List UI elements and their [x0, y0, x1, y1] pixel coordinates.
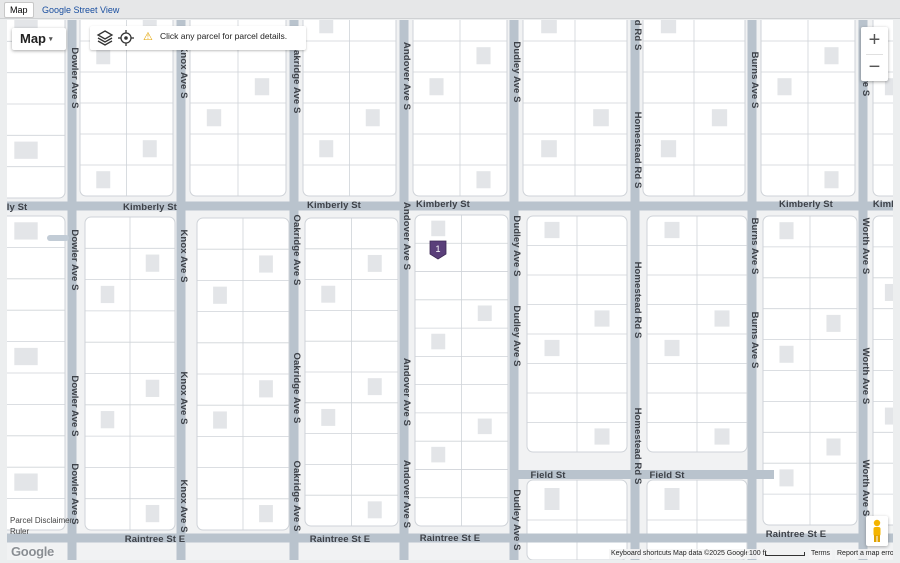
pegman-icon: [873, 519, 881, 542]
parcel-disclaimer-link[interactable]: Parcel Disclaimer: [10, 516, 72, 525]
street-label-worth: Worth Ave S: [860, 218, 871, 275]
parcel-marker-label: 1: [435, 244, 440, 254]
street-label-raintree: Raintree St E: [125, 534, 185, 545]
warning-icon: ⚠: [143, 31, 153, 43]
street-label-oakridge: Oakridge Ave S: [291, 215, 302, 286]
street-label-raintree: Raintree St E: [766, 529, 826, 540]
keyboard-shortcuts-link[interactable]: Keyboard shortcuts: [609, 549, 674, 559]
tab-street-view[interactable]: Google Street View: [36, 2, 125, 18]
street-label-dowler: Dowler Ave S: [69, 375, 80, 436]
street-label-homestead: Homestead Rd S: [632, 20, 643, 50]
street-label-kimberly: Kimb: [873, 199, 893, 210]
street-view-pegman[interactable]: [866, 516, 888, 546]
map-type-label: Map: [20, 31, 46, 46]
street-label-field: Field St: [530, 470, 566, 481]
map-data-text: Map data ©2025 Google: [671, 549, 752, 559]
scale-bar: [765, 552, 805, 556]
street-label-raintree: Raintree St E: [420, 533, 480, 544]
street-label-knox: Knox Ave S: [178, 371, 189, 424]
zoom-control: + −: [861, 27, 888, 81]
street-label-worth: Worth Ave S: [860, 460, 871, 517]
tab-map[interactable]: Map: [4, 2, 34, 18]
street-label-knox: Knox Ave S: [178, 229, 189, 282]
street-label-burns: Burns Ave S: [749, 218, 760, 275]
layers-icon[interactable]: [96, 29, 114, 47]
street-label-burns: Burns Ave S: [749, 52, 760, 109]
street-label-knox: Knox Ave S: [178, 45, 189, 98]
street-label-oakridge: Oakridge Ave S: [291, 353, 302, 424]
street-label-homestead: Homestead Rd S: [632, 408, 643, 485]
map-base: ly St Kimberly St Kimberly St Kimberly St Ki…: [7, 20, 893, 560]
street-label-kimberly: ly St: [7, 202, 28, 213]
chevron-down-icon: ▾: [49, 36, 53, 43]
street-label-kimberly: Kimberly St: [123, 202, 178, 213]
street-label-knox: Knox Ave S: [178, 479, 189, 532]
street-label-dudley: Dudley Ave S: [511, 489, 522, 550]
street-label-burns: Burns Ave S: [749, 312, 760, 369]
street-label-oakridge: Oakridge Ave S: [291, 43, 302, 114]
street-label-raintree: Raintree St E: [310, 534, 370, 545]
street-label-andover: Andover Ave S: [401, 42, 412, 110]
street-label-kimberly: Kimberly St: [416, 199, 471, 210]
street-label-worth: Worth Ave S: [860, 348, 871, 405]
terms-link[interactable]: Terms: [809, 549, 833, 559]
street-label-dudley: Dudley Ave S: [511, 305, 522, 366]
street-label-field: Field St: [649, 470, 685, 481]
street-label-homestead: Homestead Rd S: [632, 262, 643, 339]
parcel-marker-icon[interactable]: 1: [429, 240, 447, 260]
street-label-kimberly: Kimberly St: [307, 200, 362, 211]
street-label-dudley: Dudley Ave S: [511, 41, 522, 102]
street-label-dowler: Dowler Ave S: [69, 229, 80, 290]
street-label-andover: Andover Ave S: [401, 202, 412, 270]
street-label-andover: Andover Ave S: [401, 358, 412, 426]
zoom-in-button[interactable]: +: [861, 27, 888, 54]
street-label-oakridge: Oakridge Ave S: [291, 461, 302, 532]
street-label-kimberly: Kimberly St: [779, 199, 834, 210]
zoom-out-button[interactable]: −: [861, 54, 888, 81]
street-label-dudley: Dudley Ave S: [511, 215, 522, 276]
tab-bar: Map Google Street View: [0, 0, 900, 19]
locate-icon[interactable]: [117, 29, 135, 47]
map-canvas[interactable]: ly St Kimberly St Kimberly St Kimberly St Ki…: [7, 20, 893, 560]
street-label-homestead: Homestead Rd S: [632, 112, 643, 189]
report-error-link[interactable]: Report a map error: [835, 549, 893, 559]
ruler-link[interactable]: Ruler: [10, 527, 29, 536]
street-label-andover: Andover Ave S: [401, 460, 412, 528]
parcel-hint-text: Click any parcel for parcel details.: [160, 31, 288, 41]
map-toolbar: ⚠ Click any parcel for parcel details.: [90, 26, 306, 50]
map-type-button[interactable]: Map ▾: [12, 28, 66, 50]
street-label-dowler: Dowler Ave S: [69, 47, 80, 108]
map-footer: Keyboard shortcuts Map data ©2025 Google…: [7, 548, 893, 560]
